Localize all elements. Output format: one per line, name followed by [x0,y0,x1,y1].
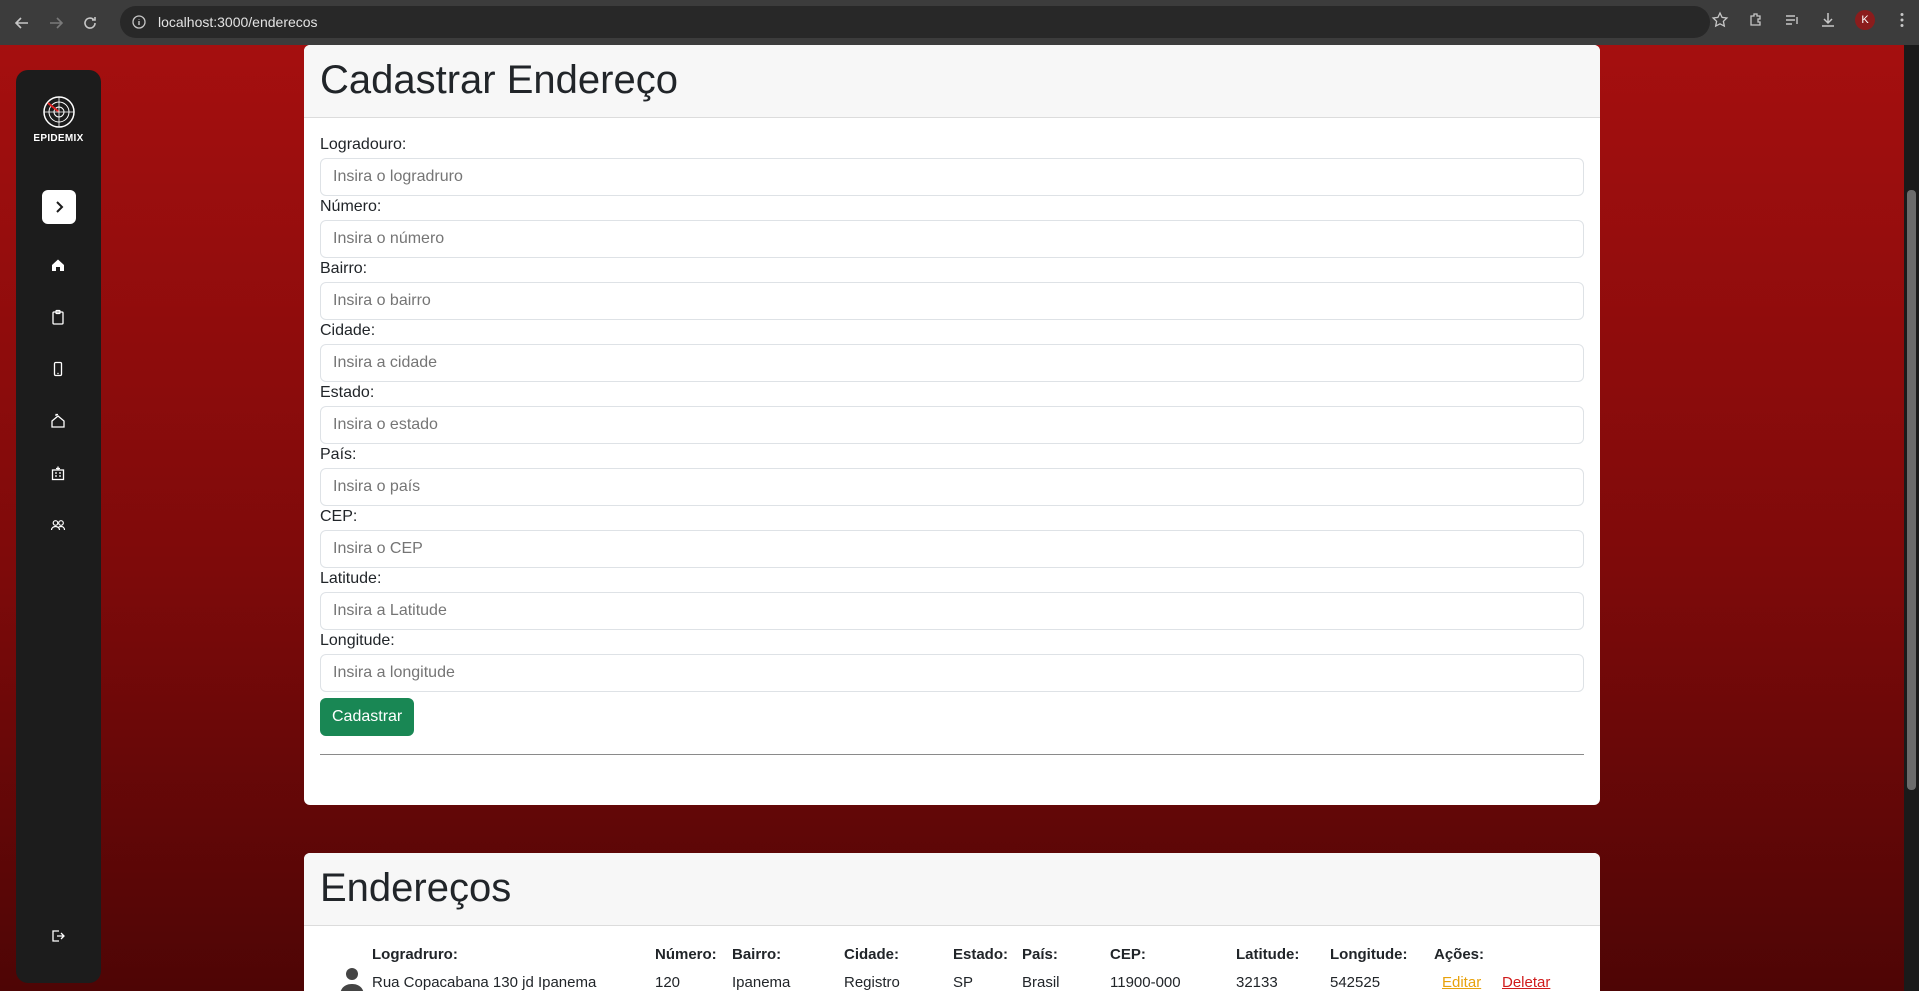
table-header: Bairro: [732,946,782,963]
arrow-left-icon [14,16,28,29]
cell-cep: 11900-000 [1110,974,1181,991]
table-header: Logradruro: [372,946,458,963]
cell-pais: Brasil [1022,974,1060,991]
chevron-right-icon [56,201,64,213]
cidade-input[interactable] [320,344,1584,382]
sidebar-item-phone[interactable] [46,357,70,381]
cadastrar-button[interactable]: Cadastrar [320,698,415,736]
browser-toolbar: localhost:3000/enderecos K [0,0,1919,45]
sidebar: EPIDEMIX [16,70,101,983]
address-form: Logradouro: Número: Bairro: Cidade: Esta… [304,118,1600,755]
sidebar-item-house[interactable] [46,409,70,433]
user-avatar-icon [340,968,364,991]
table-header: Número: [655,946,717,963]
cell-latitude: 32133 [1236,974,1278,991]
menu-dots-icon[interactable] [1893,11,1911,29]
longitude-input[interactable] [320,654,1584,692]
hospital-icon [51,466,65,481]
field-estado: Estado: [320,382,1584,444]
field-pais: País: [320,444,1584,506]
field-cep: CEP: [320,506,1584,568]
download-icon[interactable] [1819,11,1837,29]
field-logradouro: Logradouro: [320,134,1584,196]
sidebar-item-hospital[interactable] [46,461,70,485]
cell-bairro: Ipanema [732,974,791,991]
cell-cidade: Registro [844,974,900,991]
table-header: Estado: [953,946,1009,963]
field-numero: Número: [320,196,1584,258]
bairro-input[interactable] [320,282,1584,320]
field-label: Estado: [320,384,375,401]
forward-button[interactable] [44,11,68,35]
field-latitude: Latitude: [320,568,1584,630]
table-header: CEP: [1110,946,1146,963]
edit-link[interactable]: Editar [1442,974,1481,991]
field-label: Cidade: [320,322,376,339]
logout-button[interactable] [46,924,70,948]
house-icon [51,413,65,428]
field-label: Logradouro: [320,136,407,153]
back-button[interactable] [10,11,34,35]
field-label: CEP: [320,508,358,525]
home-icon [52,259,64,271]
field-bairro: Bairro: [320,258,1584,320]
page-viewport: EPIDEMIX Cadastrar Endereço Logradouro: … [0,45,1919,991]
form-divider [320,754,1584,755]
table-header: Cidade: [844,946,900,963]
field-longitude: Longitude: [320,630,1584,692]
bookmark-star-icon[interactable] [1711,11,1729,29]
url-text: localhost:3000/enderecos [158,14,318,30]
address-list-card: Endereços Logradruro: Número: Bairro: Ci… [304,853,1600,991]
list-card-header: Endereços [304,853,1600,926]
arrow-right-icon [50,16,64,29]
table-header: País: [1022,946,1058,963]
latitude-input[interactable] [320,592,1584,630]
logo: EPIDEMIX [16,95,101,144]
cell-longitude: 542525 [1330,974,1381,991]
extensions-icon[interactable] [1747,11,1765,29]
field-cidade: Cidade: [320,320,1584,382]
sidebar-toggle-button[interactable] [42,190,76,224]
form-title: Cadastrar Endereço [320,58,678,102]
address-form-card: Cadastrar Endereço Logradouro: Número: B… [304,45,1600,805]
table-header: Ações: [1434,946,1485,963]
phone-icon [53,361,63,377]
form-card-header: Cadastrar Endereço [304,45,1600,118]
cep-input[interactable] [320,530,1584,568]
profile-avatar[interactable]: K [1855,10,1875,30]
table-header: Latitude: [1236,946,1300,963]
field-label: Longitude: [320,632,395,649]
reload-icon [84,16,96,29]
delete-link[interactable]: Deletar [1502,974,1550,991]
field-label: Latitude: [320,570,382,587]
media-controls-icon[interactable] [1783,11,1801,29]
estado-input[interactable] [320,406,1584,444]
sidebar-item-clipboard[interactable] [46,305,70,329]
logout-icon [52,930,65,942]
table-header: Longitude: [1330,946,1408,963]
field-label: País: [320,446,357,463]
field-label: Bairro: [320,260,368,277]
site-info-icon[interactable] [132,15,146,29]
address-bar[interactable]: localhost:3000/enderecos [120,6,1710,38]
users-icon [50,520,66,531]
cell-logradouro: Rua Copacabana 130 jd Ipanema [372,974,597,991]
sidebar-item-users[interactable] [46,513,70,537]
reload-button[interactable] [78,11,102,35]
address-table: Logradruro: Número: Bairro: Cidade: Esta… [304,926,1600,991]
logo-text: EPIDEMIX [33,133,84,144]
logradouro-input[interactable] [320,158,1584,196]
cell-estado: SP [953,974,974,991]
list-title: Endereços [320,866,512,910]
pais-input[interactable] [320,468,1584,506]
cell-numero: 120 [655,974,681,991]
clipboard-icon [52,309,64,325]
scrollbar-thumb[interactable] [1907,190,1916,790]
sidebar-item-home[interactable] [46,253,70,277]
numero-input[interactable] [320,220,1584,258]
page-scrollbar[interactable] [1904,45,1919,991]
field-label: Número: [320,198,382,215]
logo-radar-icon [42,96,75,128]
